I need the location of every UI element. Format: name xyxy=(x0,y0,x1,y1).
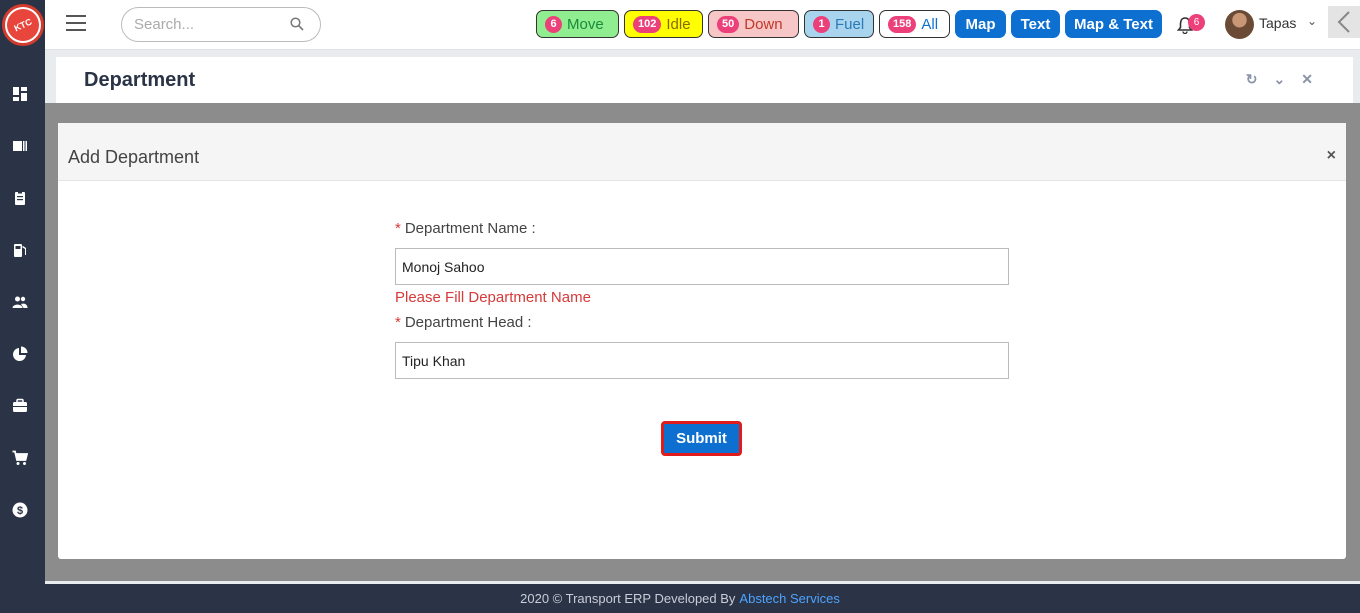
filter-down-button[interactable]: 50 Down xyxy=(708,10,799,38)
avatar[interactable] xyxy=(1225,10,1254,39)
brand-logo[interactable]: KTC xyxy=(2,4,44,46)
users-icon[interactable] xyxy=(10,292,30,312)
move-count-badge: 6 xyxy=(545,15,562,33)
svg-text:$: $ xyxy=(17,505,23,517)
idle-count-badge: 102 xyxy=(633,15,662,33)
chevron-down-icon[interactable]: ⌄ xyxy=(1274,71,1286,88)
submit-button[interactable]: Submit xyxy=(664,424,739,453)
vehicle-card-icon[interactable] xyxy=(10,136,30,156)
footer: 2020 © Transport ERP Developed By Abstec… xyxy=(0,584,1360,613)
map-view-button[interactable]: Map xyxy=(955,10,1006,38)
search-icon[interactable] xyxy=(290,17,304,31)
add-department-modal: Add Department × *Department Name : Plea… xyxy=(58,123,1346,559)
menu-icon[interactable] xyxy=(66,15,86,31)
search-box[interactable] xyxy=(121,7,321,42)
chevron-left-icon xyxy=(1337,11,1350,33)
required-marker: * xyxy=(395,314,401,331)
clipboard-icon[interactable] xyxy=(10,188,30,208)
briefcase-icon[interactable] xyxy=(10,396,30,416)
text-view-button[interactable]: Text xyxy=(1011,10,1060,38)
cart-icon[interactable] xyxy=(10,448,30,468)
submit-highlight: Submit xyxy=(661,421,742,456)
department-name-field[interactable] xyxy=(395,248,1009,285)
idle-label: Idle xyxy=(666,15,691,33)
fuel-pump-icon[interactable] xyxy=(10,240,30,260)
close-icon[interactable]: × xyxy=(1327,147,1336,165)
chevron-down-icon[interactable]: ⌄ xyxy=(1307,14,1317,28)
footer-text: 2020 © Transport ERP Developed By xyxy=(520,591,736,606)
all-count-badge: 158 xyxy=(888,15,917,33)
sidebar: KTC $ xyxy=(0,0,45,613)
fuel-label: Fuel xyxy=(835,15,865,33)
department-name-error: Please Fill Department Name xyxy=(395,289,591,306)
down-count-badge: 50 xyxy=(717,15,740,33)
top-bar: 6 Move 102 Idle 50 Down 1 Fuel 158 All M… xyxy=(45,0,1360,50)
required-marker: * xyxy=(395,220,401,237)
map-text-view-button[interactable]: Map & Text xyxy=(1065,10,1162,38)
pie-chart-icon[interactable] xyxy=(10,344,30,364)
filter-fuel-button[interactable]: 1 Fuel xyxy=(804,10,874,38)
page-title: Department xyxy=(84,69,196,91)
footer-link[interactable]: Abstech Services xyxy=(739,591,839,606)
notification-count-badge: 6 xyxy=(1188,14,1205,31)
collapse-panel-button[interactable] xyxy=(1328,6,1360,38)
fuel-count-badge: 1 xyxy=(813,15,830,33)
page-header: Department ↻ ⌄ ✕ xyxy=(56,57,1353,103)
down-label: Down xyxy=(744,15,783,33)
modal-header: Add Department × xyxy=(58,123,1346,181)
move-label: Move xyxy=(567,15,604,33)
all-label: All xyxy=(921,15,939,33)
dashboard-icon[interactable] xyxy=(10,84,30,104)
close-icon[interactable]: ✕ xyxy=(1301,71,1313,88)
filter-idle-button[interactable]: 102 Idle xyxy=(624,10,703,38)
user-name[interactable]: Tapas xyxy=(1259,15,1296,31)
card-tools: ↻ ⌄ ✕ xyxy=(1246,71,1313,88)
search-input[interactable] xyxy=(134,16,284,33)
refresh-icon[interactable]: ↻ xyxy=(1246,71,1258,88)
department-head-field[interactable] xyxy=(395,342,1009,379)
filter-move-button[interactable]: 6 Move xyxy=(536,10,619,38)
department-head-label: * Department Head : xyxy=(395,314,532,331)
dollar-icon[interactable]: $ xyxy=(10,500,30,520)
department-name-label: * Department Name : xyxy=(395,220,536,237)
modal-title: Add Department xyxy=(68,147,200,167)
filter-all-button[interactable]: 158 All xyxy=(879,10,950,38)
